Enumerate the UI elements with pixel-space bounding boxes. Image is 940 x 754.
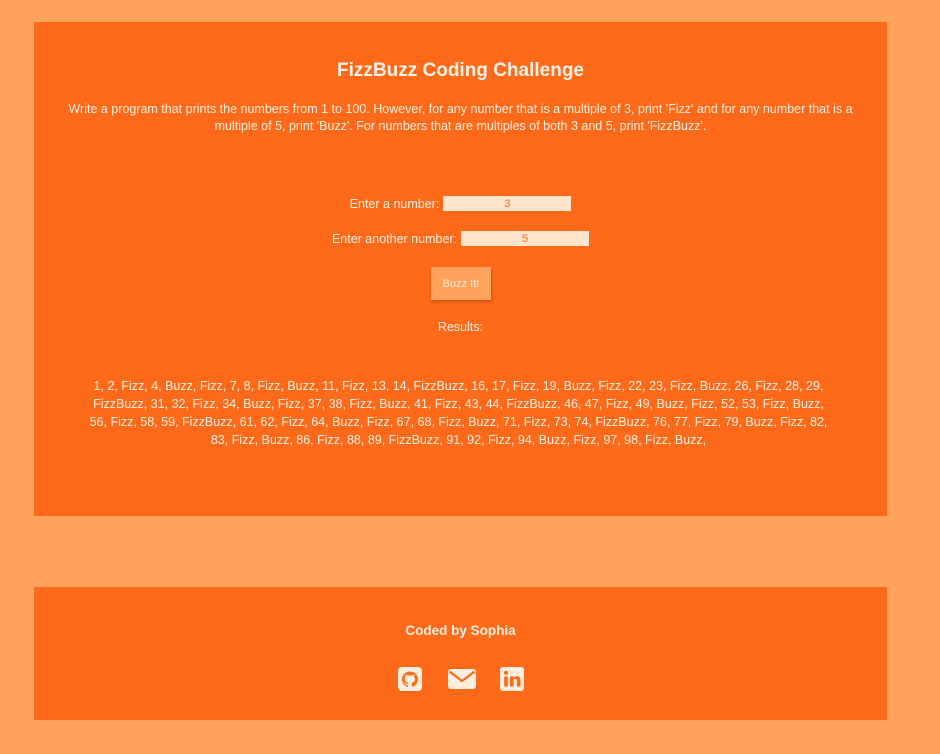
envelope-icon[interactable] (447, 666, 476, 692)
footer-credit: Coded by Sophia (405, 623, 516, 638)
social-links (34, 666, 887, 692)
second-number-row: Enter another number: (34, 231, 887, 246)
second-number-input[interactable] (461, 231, 590, 246)
challenge-description: Write a program that prints the numbers … (68, 102, 853, 133)
footer: Coded by Sophia (34, 587, 887, 720)
first-number-label: Enter a number: (349, 196, 440, 211)
results-label: Results: (437, 320, 484, 334)
results-output: 1, 2, Fizz, 4, Buzz, Fizz, 7, 8, Fizz, B… (89, 379, 828, 447)
second-number-label: Enter another number: (331, 231, 458, 246)
challenge-panel: FizzBuzz Coding Challenge Write a progra… (34, 22, 887, 516)
linkedin-icon[interactable] (498, 666, 526, 692)
buzz-it-button[interactable]: Buzz It! (431, 267, 491, 300)
github-icon[interactable] (396, 666, 424, 692)
page-title: FizzBuzz Coding Challenge (337, 60, 584, 81)
first-number-row: Enter a number: (34, 196, 887, 211)
first-number-input[interactable] (443, 196, 572, 211)
